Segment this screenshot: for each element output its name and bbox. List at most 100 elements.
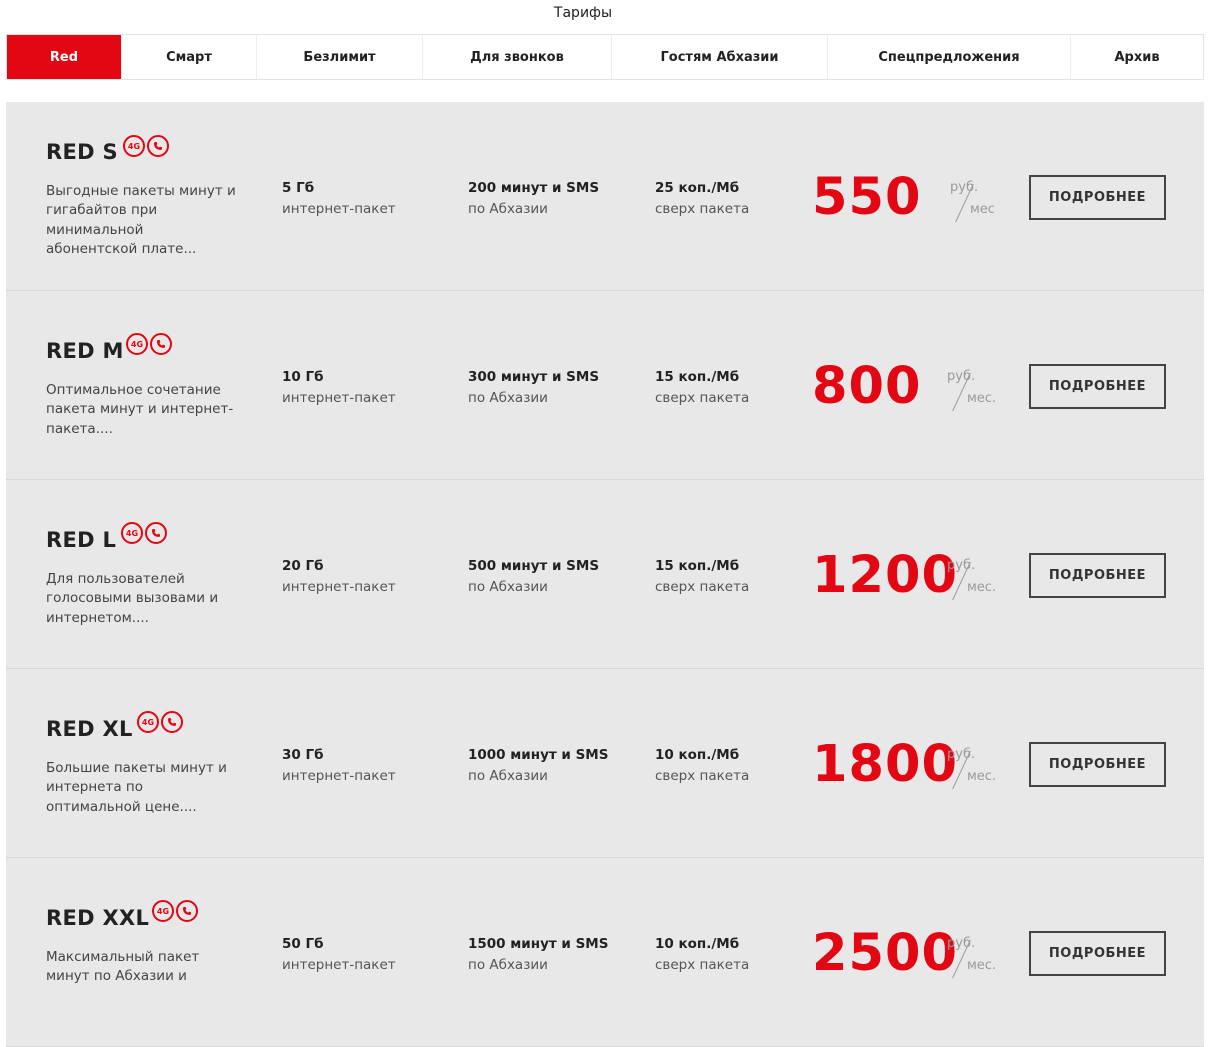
- currency-label: руб.: [950, 180, 979, 195]
- tariff-description: Для пользователей голосовыми вызовами и …: [46, 571, 219, 626]
- whatsapp-icon: [145, 522, 167, 544]
- tariff-name: RED XL: [46, 717, 133, 741]
- overage-label: сверх пакета: [655, 957, 750, 973]
- minutes-value: 200 минут и SMS: [468, 180, 600, 196]
- 4g-icon: 4G: [121, 522, 143, 544]
- overage-label: сверх пакета: [655, 768, 750, 784]
- internet-label: интернет-пакет: [282, 768, 396, 784]
- tariff-name: RED S: [46, 140, 118, 164]
- overage-label: сверх пакета: [655, 390, 750, 406]
- tariff-price: 800: [812, 357, 922, 416]
- overage-feature: 10 коп./Мб сверх пакета: [655, 934, 749, 976]
- internet-value: 20 Гб: [282, 558, 324, 574]
- minutes-value: 1500 минут и SMS: [468, 936, 609, 952]
- currency-label: руб.: [947, 558, 976, 573]
- internet-value: 30 Гб: [282, 747, 324, 763]
- internet-value: 50 Гб: [282, 936, 324, 952]
- price-unit: руб. мес.: [947, 747, 1007, 791]
- period-label: мес.: [967, 580, 997, 595]
- tariff-description: Большие пакеты минут и интернета по опти…: [46, 760, 227, 815]
- tariff-description: Оптимальное сочетание пакета минут и инт…: [46, 382, 234, 437]
- internet-value: 10 Гб: [282, 369, 324, 385]
- tariff-list: RED S 4G Выгодные пакеты минут и гигабай…: [6, 102, 1204, 1047]
- internet-value: 5 Гб: [282, 180, 315, 196]
- minutes-label: по Абхазии: [468, 768, 548, 784]
- tariff-badges: 4G: [137, 711, 183, 733]
- 4g-icon: 4G: [137, 711, 159, 733]
- tariff-name: RED XXL: [46, 906, 150, 930]
- minutes-value: 500 минут и SMS: [468, 558, 600, 574]
- 4g-icon: 4G: [126, 333, 148, 355]
- minutes-feature: 500 минут и SMS по Абхазии: [468, 556, 599, 598]
- tariff-price: 550: [812, 168, 922, 227]
- overage-value: 15 коп./Мб: [655, 558, 740, 574]
- tariff-price: 1800: [812, 735, 958, 794]
- currency-label: руб.: [947, 747, 976, 762]
- overage-feature: 15 коп./Мб сверх пакета: [655, 367, 749, 409]
- internet-label: интернет-пакет: [282, 390, 396, 406]
- minutes-label: по Абхазии: [468, 579, 548, 595]
- tab-unlimited[interactable]: Безлимит: [257, 35, 423, 79]
- period-label: мес.: [967, 958, 997, 973]
- tab-special-offers[interactable]: Спецпредложения: [828, 35, 1071, 79]
- minutes-feature: 1000 минут и SMS по Абхазии: [468, 745, 608, 787]
- page-title: Тарифы: [553, 5, 613, 21]
- tariff-row: RED M 4G Оптимальное сочетание пакета ми…: [6, 291, 1204, 480]
- internet-feature: 10 Гб интернет-пакет: [282, 367, 396, 409]
- price-unit: руб. мес.: [947, 558, 1007, 602]
- overage-feature: 25 коп./Мб сверх пакета: [655, 178, 749, 220]
- period-label: мес.: [967, 769, 997, 784]
- whatsapp-icon: [150, 333, 172, 355]
- tariff-description: Максимальный пакет минут по Абхазии и: [46, 949, 200, 985]
- tariff-price: 1200: [812, 546, 958, 605]
- minutes-value: 1000 минут и SMS: [468, 747, 609, 763]
- tab-red[interactable]: Red: [7, 35, 122, 79]
- period-label: мес.: [967, 391, 997, 406]
- tariff-badges: 4G: [152, 900, 198, 922]
- tariff-row: RED L 4G Для пользователей голосовыми вы…: [6, 480, 1204, 669]
- tariff-row: RED XXL 4G Максимальный пакет минут по А…: [6, 858, 1204, 1047]
- minutes-label: по Абхазии: [468, 390, 548, 406]
- tariff-badges: 4G: [123, 135, 169, 157]
- overage-value: 15 коп./Мб: [655, 369, 740, 385]
- minutes-feature: 1500 минут и SMS по Абхазии: [468, 934, 608, 976]
- minutes-label: по Абхазии: [468, 201, 548, 217]
- currency-label: руб.: [947, 936, 976, 951]
- minutes-feature: 300 минут и SMS по Абхазии: [468, 367, 599, 409]
- internet-feature: 30 Гб интернет-пакет: [282, 745, 396, 787]
- whatsapp-icon: [147, 135, 169, 157]
- tariff-tabs: Red Смарт Безлимит Для звонков Гостям Аб…: [6, 34, 1204, 80]
- details-button[interactable]: ПОДРОБНЕЕ: [1029, 931, 1166, 976]
- tab-archive[interactable]: Архив: [1071, 35, 1203, 79]
- tariff-row: RED XL 4G Большие пакеты минут и интерне…: [6, 669, 1204, 858]
- overage-value: 10 коп./Мб: [655, 936, 740, 952]
- details-button[interactable]: ПОДРОБНЕЕ: [1029, 364, 1166, 409]
- whatsapp-icon: [161, 711, 183, 733]
- tab-calls[interactable]: Для звонков: [423, 35, 612, 79]
- price-unit: руб. мес.: [947, 936, 1007, 980]
- minutes-label: по Абхазии: [468, 957, 548, 973]
- overage-label: сверх пакета: [655, 201, 750, 217]
- details-button[interactable]: ПОДРОБНЕЕ: [1029, 175, 1166, 220]
- internet-label: интернет-пакет: [282, 579, 396, 595]
- internet-feature: 50 Гб интернет-пакет: [282, 934, 396, 976]
- tariff-badges: 4G: [126, 333, 172, 355]
- period-label: мес: [970, 202, 995, 217]
- tariff-row: RED S 4G Выгодные пакеты минут и гигабай…: [6, 102, 1204, 291]
- 4g-icon: 4G: [123, 135, 145, 157]
- internet-feature: 5 Гб интернет-пакет: [282, 178, 396, 220]
- tab-guests[interactable]: Гостям Абхазии: [612, 35, 828, 79]
- tariff-badges: 4G: [121, 522, 167, 544]
- overage-feature: 10 коп./Мб сверх пакета: [655, 745, 749, 787]
- internet-feature: 20 Гб интернет-пакет: [282, 556, 396, 598]
- details-button[interactable]: ПОДРОБНЕЕ: [1029, 553, 1166, 598]
- tariff-description: Выгодные пакеты минут и гигабайтов при м…: [46, 183, 236, 257]
- details-button[interactable]: ПОДРОБНЕЕ: [1029, 742, 1166, 787]
- tariff-name: RED L: [46, 528, 117, 552]
- internet-label: интернет-пакет: [282, 957, 396, 973]
- tab-smart[interactable]: Смарт: [122, 35, 257, 79]
- overage-feature: 15 коп./Мб сверх пакета: [655, 556, 749, 598]
- 4g-icon: 4G: [152, 900, 174, 922]
- minutes-value: 300 минут и SMS: [468, 369, 600, 385]
- minutes-feature: 200 минут и SMS по Абхазии: [468, 178, 599, 220]
